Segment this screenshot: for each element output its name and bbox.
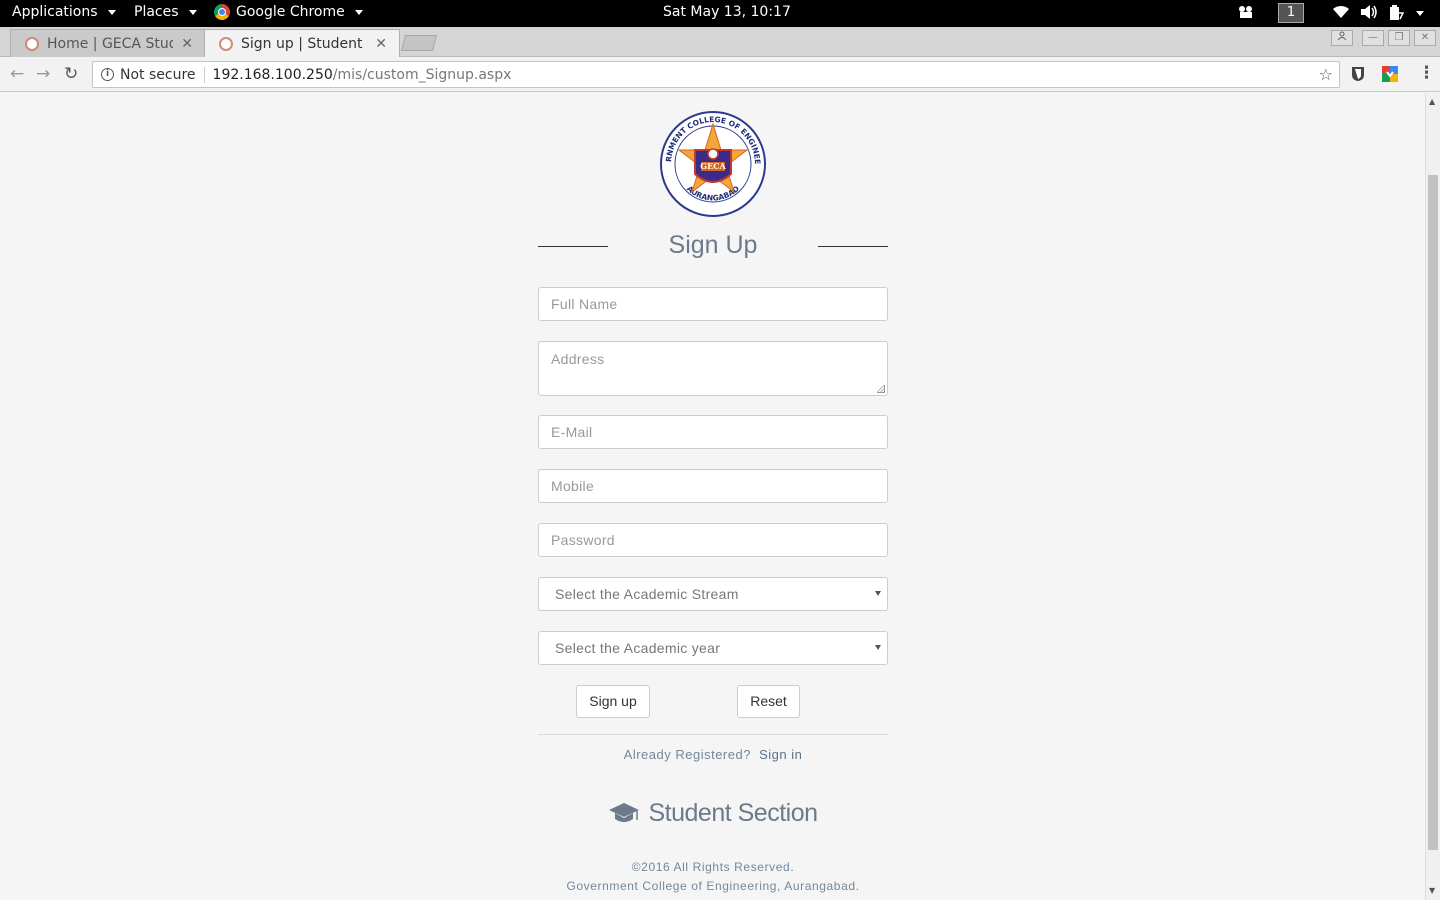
info-icon[interactable]: i [101, 68, 114, 81]
chevron-down-icon [875, 645, 881, 650]
tab-signup[interactable]: Sign up | Student Se ✕ [204, 29, 400, 57]
scroll-up-icon[interactable]: ▲ [1429, 97, 1435, 106]
academic-stream-value: Select the Academic Stream [555, 586, 739, 602]
chevron-down-icon [875, 591, 881, 596]
graduation-cap-icon [609, 802, 640, 822]
forward-arrow-icon[interactable]: → [36, 64, 50, 84]
app-menu[interactable]: Google Chrome [214, 4, 363, 20]
favicon-icon [25, 36, 39, 51]
system-top-bar: Applications Places Google Chrome Sat Ma… [0, 0, 1440, 27]
chevron-down-icon [188, 9, 197, 15]
maximize-button[interactable]: ❐ [1388, 30, 1410, 46]
full-name-input[interactable]: Full Name [538, 287, 888, 321]
back-arrow-icon[interactable]: ← [10, 64, 24, 84]
tab-home[interactable]: Home | GECA Stude ✕ [10, 29, 206, 57]
address-placeholder: Address [551, 351, 605, 367]
mobile-input[interactable]: Mobile [538, 469, 888, 503]
scroll-thumb[interactable] [1428, 175, 1438, 850]
signup-button[interactable]: Sign up [576, 685, 650, 718]
college-logo: GOVERNMENT COLLEGE OF ENGINEERING AURANG… [659, 110, 766, 217]
title-rule-right [818, 246, 888, 247]
footer-copyright: ©2016 All Rights Reserved. [631, 860, 795, 874]
academic-year-value: Select the Academic year [555, 640, 721, 656]
screencast-icon[interactable] [1238, 5, 1254, 23]
address-textarea[interactable]: Address [538, 341, 888, 396]
places-label: Places [134, 4, 179, 20]
already-registered-line: Already Registered? Sign in [538, 747, 888, 762]
applications-label: Applications [12, 4, 98, 20]
mobile-placeholder: Mobile [551, 478, 595, 494]
system-menu-chevron-icon[interactable] [1416, 11, 1424, 16]
divider [538, 734, 888, 735]
student-section-heading: Student Section [538, 799, 888, 828]
academic-year-select[interactable]: Select the Academic year [538, 631, 888, 665]
page-content: GOVERNMENT COLLEGE OF ENGINEERING AURANG… [0, 93, 1425, 900]
favicon-icon [219, 36, 233, 51]
shield-extension-icon[interactable] [1350, 66, 1366, 82]
chevron-down-icon [107, 9, 116, 15]
new-tab-button[interactable] [400, 35, 438, 51]
reset-button[interactable]: Reset [737, 685, 800, 718]
app-name-label: Google Chrome [236, 4, 345, 20]
academic-stream-select[interactable]: Select the Academic Stream [538, 577, 888, 611]
already-registered-text: Already Registered? [623, 747, 751, 762]
email-placeholder: E-Mail [551, 424, 593, 440]
colorful-extension-icon[interactable] [1382, 66, 1398, 82]
chevron-down-icon [354, 9, 363, 15]
clock[interactable]: Sat May 13, 10:17 [663, 4, 791, 20]
close-icon[interactable]: ✕ [375, 36, 387, 52]
profile-button[interactable] [1331, 30, 1353, 46]
url-host: 192.168.100.250 [212, 66, 333, 83]
battery-icon[interactable] [1388, 5, 1405, 25]
applications-menu[interactable]: Applications [12, 4, 116, 20]
signin-link[interactable]: Sign in [759, 747, 802, 762]
password-input[interactable]: Password [538, 523, 888, 557]
address-bar[interactable]: i Not secure 192.168.100.250/mis/custom_… [92, 61, 1340, 88]
bookmark-star-icon[interactable]: ☆ [1319, 65, 1333, 84]
clock-label: Sat May 13, 10:17 [663, 4, 791, 20]
tab-title: Home | GECA Stude [47, 35, 174, 52]
page-scrollbar[interactable]: ▲ ▼ [1425, 93, 1440, 900]
email-input[interactable]: E-Mail [538, 415, 888, 449]
wifi-icon[interactable] [1332, 5, 1350, 23]
resize-handle-icon[interactable] [877, 385, 885, 393]
footer-college: Government College of Engineering, Auran… [566, 879, 860, 893]
volume-icon[interactable] [1360, 5, 1378, 23]
tab-strip: Home | GECA Stude ✕ Sign up | Student Se… [0, 27, 1440, 57]
workspace-indicator[interactable]: 1 [1278, 3, 1304, 23]
chrome-menu-icon[interactable]: ⋮ [1418, 63, 1435, 83]
minimize-button[interactable]: — [1362, 30, 1384, 46]
logo-badge-text: GECA [700, 161, 726, 171]
student-section-title: Student Section [648, 799, 818, 827]
browser-toolbar: ← → ↻ i Not secure 192.168.100.250/mis/c… [0, 57, 1440, 92]
scroll-down-icon[interactable]: ▼ [1429, 886, 1435, 895]
url-path: /mis/custom_Signup.aspx [332, 66, 512, 83]
window-close-button[interactable]: ✕ [1414, 30, 1436, 46]
tab-title: Sign up | Student Se [241, 35, 367, 52]
reload-icon[interactable]: ↻ [64, 64, 78, 84]
full-name-placeholder: Full Name [551, 296, 618, 312]
chrome-icon [214, 4, 230, 20]
password-placeholder: Password [551, 532, 615, 548]
places-menu[interactable]: Places [134, 4, 197, 20]
security-label[interactable]: Not secure [120, 66, 205, 83]
close-icon[interactable]: ✕ [181, 36, 193, 52]
